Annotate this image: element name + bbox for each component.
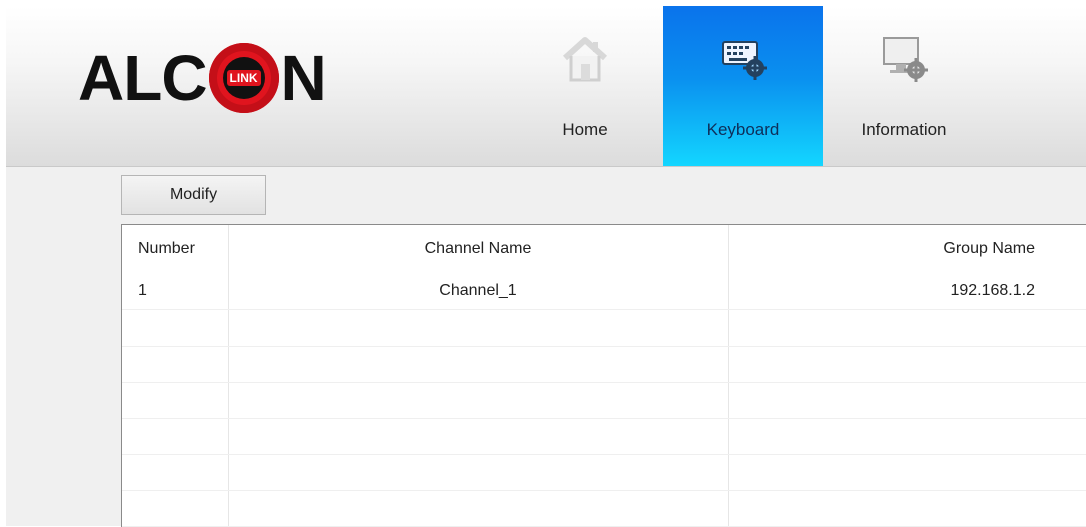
channel-table: Number Channel Name Group Name 1 Channel… (121, 224, 1086, 527)
top-navigation-bar: ALC LINK N Home Keyboard Information (6, 6, 1086, 167)
main-content: Modify Number Channel Name Group Name 1 … (6, 167, 1086, 527)
modify-button[interactable]: Modify (121, 175, 266, 215)
table-row-empty (122, 454, 1086, 491)
nav-information[interactable]: Information (824, 6, 984, 166)
table-row-empty (122, 346, 1086, 383)
cell-number: 1 (138, 282, 147, 299)
nav-keyboard-label: Keyboard (706, 120, 780, 139)
nav-home[interactable]: Home (505, 6, 665, 166)
table-header-row: Number Channel Name Group Name (122, 225, 1086, 273)
cell-channel-name: Channel_1 (439, 282, 517, 299)
logo-text-left: ALC (78, 42, 208, 114)
table-row[interactable]: 1 Channel_1 192.168.1.2 (122, 273, 1086, 310)
table-row-empty (122, 418, 1086, 455)
column-header-channel-name[interactable]: Channel Name (228, 225, 728, 273)
logo-text-right: N (280, 42, 327, 114)
cell-group-name: 192.168.1.2 (950, 282, 1035, 299)
column-header-group-name[interactable]: Group Name (728, 225, 1086, 273)
keyboard-settings-icon (722, 41, 767, 80)
logo-badge-text: LINK (226, 70, 261, 86)
alcon-logo: ALC LINK N (78, 36, 327, 120)
nav-keyboard[interactable]: Keyboard (663, 6, 823, 166)
nav-home-label: Home (562, 120, 608, 139)
table-row-empty (122, 490, 1086, 527)
table-row-empty (122, 310, 1086, 347)
nav-information-label: Information (861, 120, 947, 139)
column-header-number[interactable]: Number (138, 225, 195, 273)
monitor-settings-icon (883, 37, 928, 82)
logo-badge: LINK (208, 43, 279, 113)
home-icon (562, 37, 608, 82)
table-row-empty (122, 382, 1086, 419)
